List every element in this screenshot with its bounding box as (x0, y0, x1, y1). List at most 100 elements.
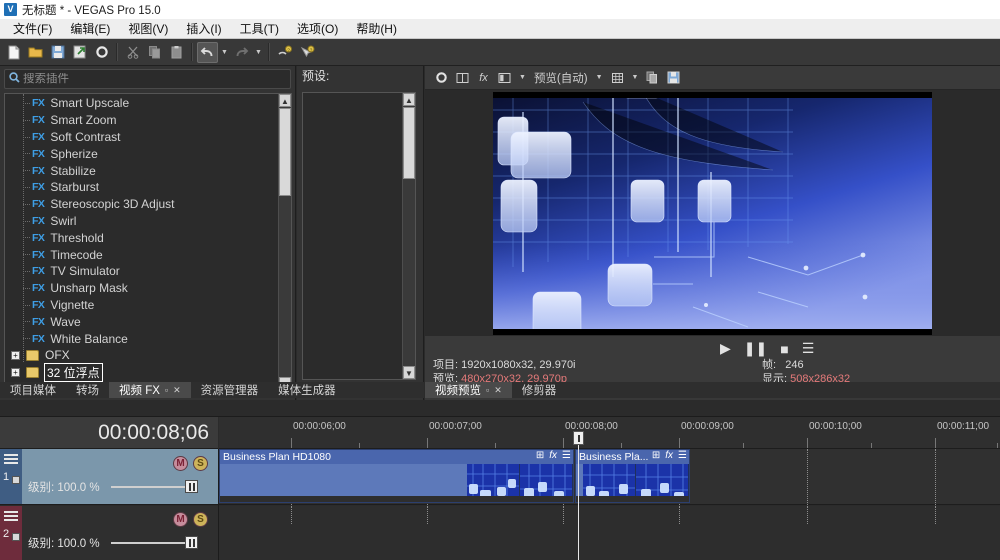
scrollbar-thumb[interactable] (403, 107, 415, 179)
menu-insert[interactable]: 插入(I) (177, 18, 230, 39)
redo-button[interactable] (231, 42, 252, 63)
save-project-button[interactable] (47, 42, 68, 63)
split-screen-view-icon[interactable] (453, 68, 472, 87)
fx-folder-ofx[interactable]: +OFX (5, 347, 278, 364)
tab-explorer[interactable]: 资源管理器 (191, 382, 269, 398)
list-item[interactable]: FXStereoscopic 3D Adjust (5, 196, 278, 213)
menu-options[interactable]: 选项(O) (288, 18, 347, 39)
timeline-scrub-row[interactable]: -0:25 (0, 400, 1000, 416)
expand-plus-icon[interactable]: + (11, 351, 20, 360)
preview-stage[interactable] (425, 90, 1000, 336)
tab-transitions[interactable]: 转场 (66, 382, 109, 398)
plugin-search-row[interactable] (4, 69, 291, 89)
list-item[interactable]: FXStarburst (5, 179, 278, 196)
external-monitor-icon[interactable] (495, 68, 514, 87)
timeline-clip[interactable]: Business Pla... ⊞ fx ☰ (575, 449, 690, 503)
track-solo-button-1[interactable]: S (193, 456, 208, 471)
cut-button[interactable] (122, 42, 143, 63)
track-menu-icon[interactable] (4, 511, 18, 522)
track-header-1[interactable]: 1 M S 级别: 100.0 % (0, 449, 218, 505)
track-level-slider-knob-2[interactable] (185, 536, 198, 549)
list-item[interactable]: FXSpherize (5, 145, 278, 162)
clip-fx-icon[interactable]: fx (665, 450, 673, 461)
preview-quality-label[interactable]: 预览(自动) (531, 70, 591, 86)
tab-close-icon[interactable]: ✕ (173, 385, 181, 396)
overlay-grid-chevron-down-icon[interactable]: ▼ (629, 74, 642, 81)
preview-options-button[interactable]: ☰ (802, 340, 815, 357)
timeline-playhead-handle[interactable] (573, 431, 584, 445)
undo-dropdown-chevron-down-icon[interactable]: ▼ (219, 42, 230, 63)
scroll-down-chevron-icon[interactable]: ▼ (403, 366, 415, 379)
track-level-slider-1[interactable] (111, 486, 191, 488)
list-item[interactable]: FXSwirl (5, 213, 278, 230)
tab-project-media[interactable]: 项目媒体 (0, 382, 66, 398)
list-item[interactable]: FXVignette (5, 297, 278, 314)
video-output-fx-gear-icon[interactable] (432, 68, 451, 87)
tab-float-icon[interactable]: ▫ (165, 385, 168, 395)
track-level-slider-knob-1[interactable] (185, 480, 198, 493)
fx-list-scrollbar[interactable]: ▲ ▼ (278, 94, 291, 390)
track-mute-button-2[interactable]: M (173, 512, 188, 527)
list-item[interactable]: FXSoft Contrast (5, 129, 278, 146)
copy-snapshot-to-clipboard-icon[interactable] (643, 68, 662, 87)
scrollbar-thumb[interactable] (279, 108, 291, 196)
preview-quality-chevron-down-icon[interactable]: ▼ (593, 74, 606, 81)
tab-video-preview[interactable]: 视频预览 ▫ ✕ (425, 382, 512, 398)
menu-help[interactable]: 帮助(H) (347, 18, 406, 39)
clip-pan-crop-icon[interactable]: ⊞ (536, 450, 544, 461)
tab-video-fx[interactable]: 视频 FX ▫ ✕ (109, 382, 191, 398)
scroll-up-chevron-icon[interactable]: ▲ (403, 93, 415, 106)
render-as-button[interactable] (69, 42, 90, 63)
fx-folder-32bit-float[interactable]: +32 位浮点 (5, 364, 278, 381)
play-button[interactable]: ▶ (720, 340, 731, 357)
list-item[interactable]: FXSmart Upscale (5, 95, 278, 112)
menu-edit[interactable]: 编辑(E) (61, 18, 119, 39)
scroll-up-chevron-icon[interactable]: ▲ (279, 94, 291, 107)
list-item[interactable]: FXThreshold (5, 229, 278, 246)
preview-device-chevron-down-icon[interactable]: ▼ (516, 74, 529, 81)
undo-button[interactable] (197, 42, 218, 63)
tab-trimmer[interactable]: 修剪器 (512, 382, 567, 398)
track-solo-button-2[interactable]: S (193, 512, 208, 527)
paste-button[interactable] (166, 42, 187, 63)
tab-media-generators[interactable]: 媒体生成器 (268, 382, 346, 398)
list-item[interactable]: FXTV Simulator (5, 263, 278, 280)
list-item[interactable]: FXSmart Zoom (5, 112, 278, 129)
tab-close-icon[interactable]: ✕ (494, 385, 502, 396)
presets-scrollbar[interactable]: ▲ ▼ (402, 93, 415, 379)
new-project-button[interactable] (3, 42, 24, 63)
fx-tree-list[interactable]: FXSmart Upscale FXSmart Zoom FXSoft Cont… (4, 93, 292, 391)
clip-menu-icon[interactable]: ☰ (562, 450, 571, 461)
clip-menu-icon[interactable]: ☰ (678, 450, 687, 461)
stop-button[interactable]: ■ (780, 341, 788, 357)
redo-dropdown-chevron-down-icon[interactable]: ▼ (253, 42, 264, 63)
timeline-ruler[interactable]: 00:00:06;00 00:00:07;00 00:00:08;00 00:0… (219, 417, 1000, 449)
list-item[interactable]: FXWave (5, 313, 278, 330)
menu-tools[interactable]: 工具(T) (231, 18, 288, 39)
list-item[interactable]: FXWhite Balance (5, 330, 278, 347)
preview-fx-icon[interactable]: fx (474, 68, 493, 87)
list-item[interactable]: FXTimecode (5, 246, 278, 263)
tab-float-icon[interactable]: ▫ (486, 385, 489, 395)
overlay-grid-icon[interactable] (608, 68, 627, 87)
track-lane-1[interactable]: Business Plan HD1080 ⊞ fx ☰ (219, 449, 1000, 505)
timeline-clip[interactable]: Business Plan HD1080 ⊞ fx ☰ (219, 449, 574, 503)
timecode-display[interactable]: 00:00:08;06 (0, 417, 218, 449)
open-project-button[interactable] (25, 42, 46, 63)
plugin-search-input[interactable] (23, 73, 290, 85)
menu-file[interactable]: 文件(F) (4, 18, 61, 39)
track-mute-button-1[interactable]: M (173, 456, 188, 471)
clip-fx-icon[interactable]: fx (549, 450, 557, 461)
project-properties-button[interactable] (91, 42, 112, 63)
copy-button[interactable] (144, 42, 165, 63)
clip-header[interactable]: Business Plan HD1080 ⊞ fx ☰ (220, 450, 573, 464)
expand-plus-icon[interactable]: + (11, 368, 20, 377)
timeline-playhead[interactable] (578, 445, 579, 560)
track-lane-2[interactable] (219, 506, 1000, 560)
presets-list[interactable]: ▲ ▼ (302, 92, 416, 380)
clip-header[interactable]: Business Pla... ⊞ fx ☰ (576, 450, 689, 464)
enable-snapping-button[interactable]: ? (274, 42, 295, 63)
track-header-2[interactable]: 2 M S 级别: 100.0 % (0, 506, 218, 560)
list-item[interactable]: FXStabilize (5, 162, 278, 179)
pause-button[interactable]: ❚❚ (744, 340, 767, 357)
